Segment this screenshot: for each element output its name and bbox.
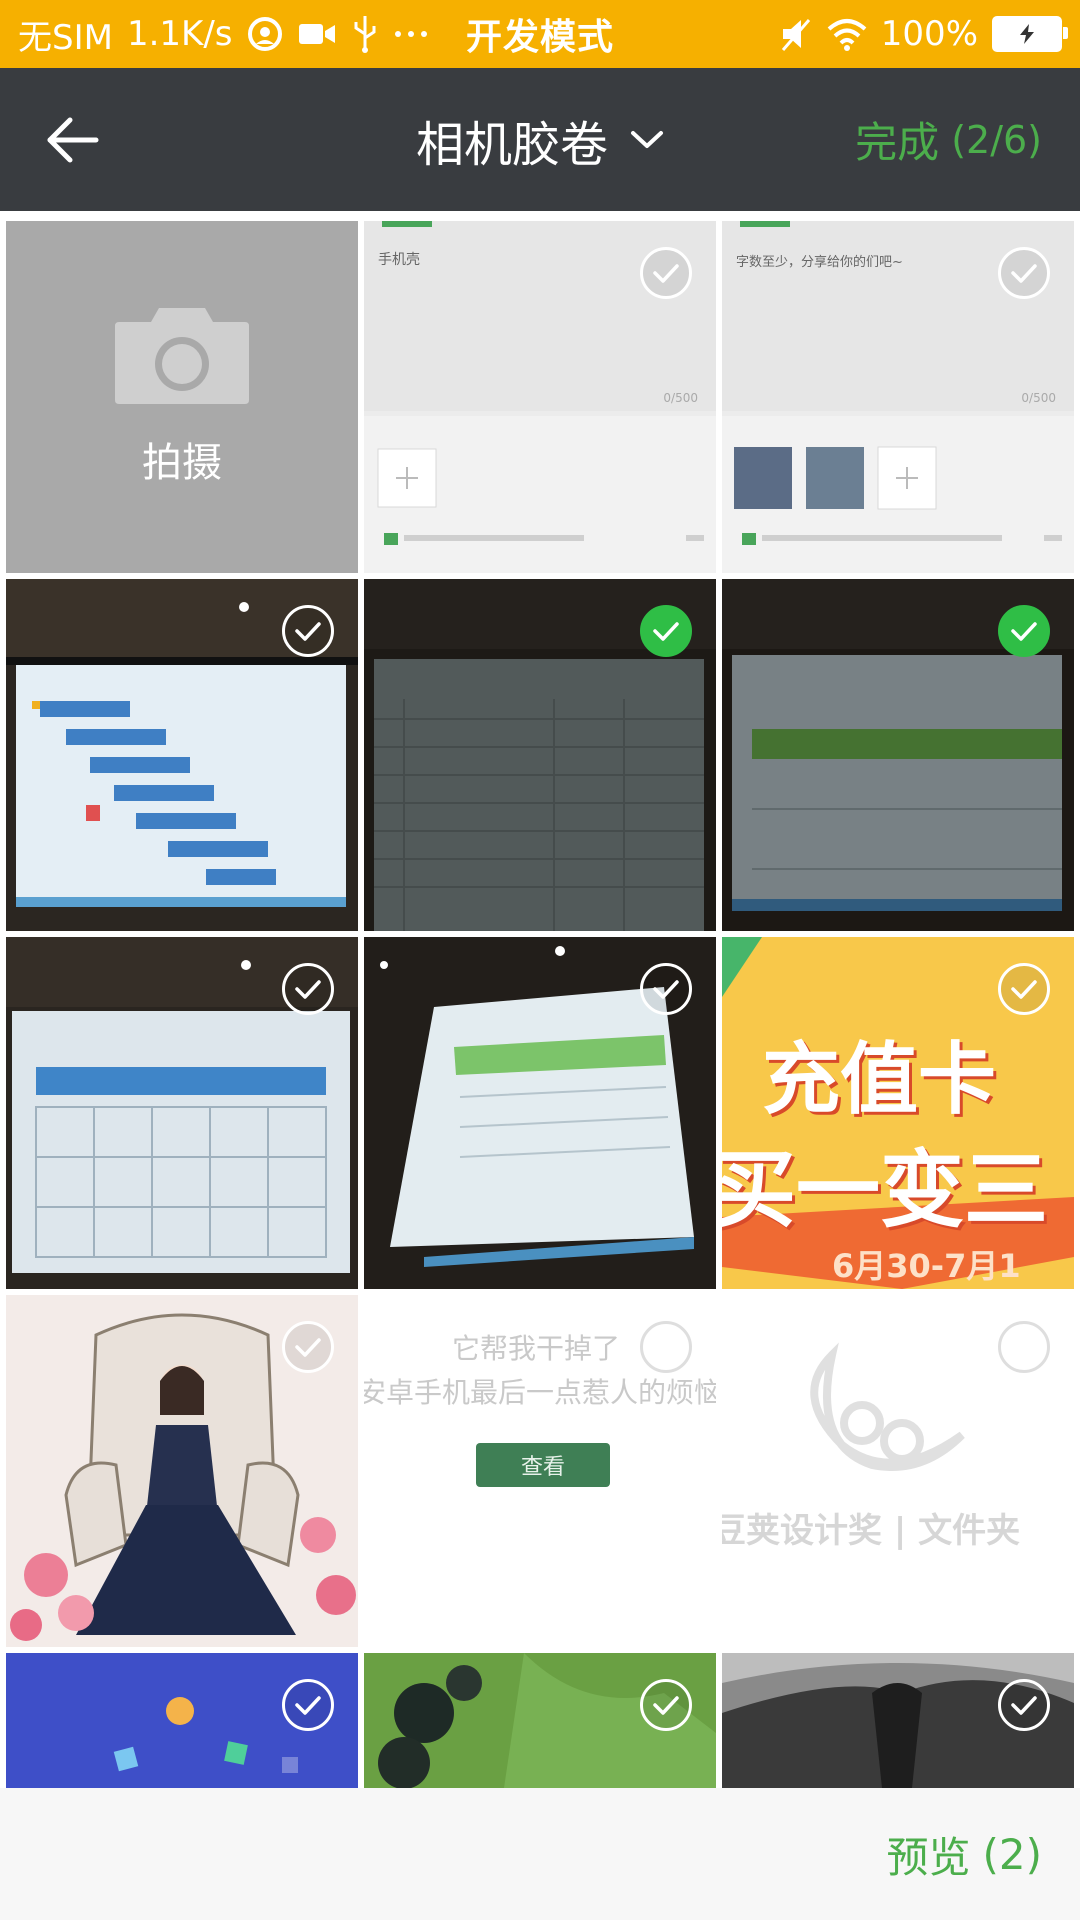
photo-thumbnail[interactable]: 字数至少，分享给你的们吧~ 0/500 [722, 221, 1074, 573]
battery-percent: 100% [880, 14, 978, 54]
select-checkbox[interactable] [998, 1321, 1050, 1373]
form-hint: 手机壳 [378, 252, 420, 268]
wifi-icon [827, 17, 867, 51]
photo-thumbnail[interactable] [6, 1653, 358, 1788]
album-title: 相机胶卷 [415, 116, 608, 173]
ad-line2: 安卓手机最后一点惹人的烦恼 [364, 1376, 716, 1409]
photo-thumbnail[interactable]: 手机壳 0/500 [364, 221, 716, 573]
select-checkbox[interactable] [998, 247, 1050, 299]
select-checkbox[interactable] [640, 247, 692, 299]
photo-thumbnail[interactable] [6, 1295, 358, 1647]
select-checkbox[interactable] [640, 1321, 692, 1373]
album-selector[interactable]: 相机胶卷 [416, 105, 664, 175]
form-counter: 0/500 [1021, 391, 1056, 405]
preview-count: (2) [982, 1829, 1043, 1879]
form-hint: 字数至少，分享给你的们吧~ [736, 255, 903, 270]
logo-caption: 豆荚设计奖 | 文件夹 [722, 1511, 1021, 1551]
checkmark-icon [295, 1696, 321, 1715]
camera-icon [115, 308, 249, 404]
select-checkbox[interactable] [282, 1321, 334, 1373]
checkmark-icon [1011, 264, 1037, 283]
ad-line1: 它帮我干掉了 [452, 1332, 621, 1365]
chevron-down-icon [631, 130, 663, 148]
back-button[interactable] [40, 108, 104, 172]
banner-date: 6月30-7月1 [832, 1247, 1021, 1285]
select-checkbox[interactable] [998, 963, 1050, 1015]
checkmark-icon [653, 980, 679, 999]
select-checkbox-checked[interactable] [998, 605, 1050, 657]
photo-thumbnail[interactable] [364, 1653, 716, 1788]
form-counter: 0/500 [663, 391, 698, 405]
photo-thumbnail[interactable]: 它帮我干掉了 安卓手机最后一点惹人的烦恼 查看 [364, 1295, 716, 1647]
checkmark-icon [653, 264, 679, 283]
checkmark-icon [653, 622, 679, 641]
photo-thumbnail-selected[interactable] [364, 579, 716, 931]
camera-capture-tile[interactable]: 拍摄 [6, 221, 358, 573]
ad-view-button: 查看 [476, 1443, 610, 1487]
checkmark-icon [653, 1696, 679, 1715]
photo-thumbnail[interactable]: 豆荚设计奖 | 文件夹 [722, 1295, 1074, 1647]
checkmark-icon [1011, 1696, 1037, 1715]
mute-icon [779, 16, 813, 52]
select-checkbox[interactable] [640, 963, 692, 1015]
photo-thumbnail[interactable] [6, 579, 358, 931]
status-bar: 无SIM 1.1K/s 开发模式 100% [0, 0, 1080, 68]
back-arrow-icon [47, 117, 99, 163]
done-button[interactable]: 完成 (2/6) [855, 68, 1042, 211]
checkmark-icon [1011, 980, 1037, 999]
photo-thumbnail[interactable] [6, 937, 358, 1289]
select-checkbox-checked[interactable] [640, 605, 692, 657]
select-checkbox[interactable] [998, 1679, 1050, 1731]
done-count: (2/6) [951, 117, 1042, 162]
photo-grid: 拍摄 手机壳 0/500 字数至少，分享给你的们吧~ 0/500 充值卡 买一变… [0, 211, 1080, 1788]
banner-line1: 充值卡 [762, 1035, 997, 1125]
done-label: 完成 [855, 118, 940, 167]
checkmark-icon [295, 1338, 321, 1357]
banner-line2: 买一变三 [722, 1141, 1049, 1239]
checkmark-icon [295, 622, 321, 641]
preview-label: 预览 [886, 1832, 971, 1882]
ad-view-label: 查看 [520, 1455, 565, 1480]
bottom-bar: 预览 (2) [0, 1788, 1080, 1920]
preview-button[interactable]: 预览 (2) [886, 1788, 1042, 1920]
photo-thumbnail[interactable] [364, 937, 716, 1289]
battery-icon [992, 16, 1068, 52]
select-checkbox[interactable] [640, 1679, 692, 1731]
checkmark-icon [1011, 622, 1037, 641]
select-checkbox[interactable] [282, 963, 334, 1015]
camera-label: 拍摄 [142, 440, 222, 486]
photo-thumbnail[interactable]: 充值卡 买一变三 6月30-7月1 [722, 937, 1074, 1289]
select-checkbox[interactable] [282, 1679, 334, 1731]
photo-thumbnail-selected[interactable] [722, 579, 1074, 931]
checkmark-icon [295, 980, 321, 999]
title-bar: 相机胶卷 完成 (2/6) [0, 68, 1080, 211]
photo-thumbnail[interactable] [722, 1653, 1074, 1788]
select-checkbox[interactable] [282, 605, 334, 657]
status-right: 100% [779, 0, 1068, 68]
